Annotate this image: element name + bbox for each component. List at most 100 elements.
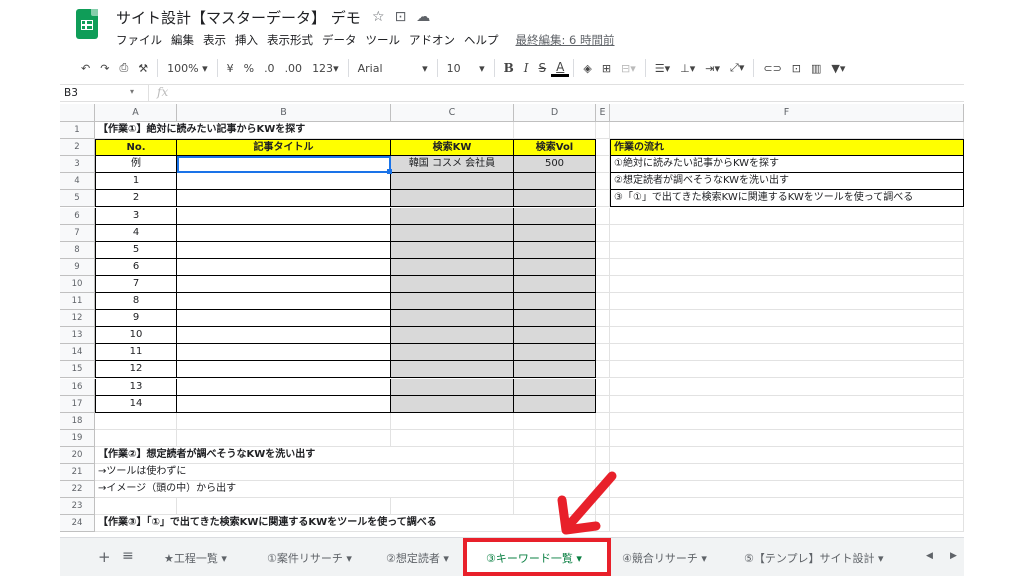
- row-header-24[interactable]: 24: [60, 515, 95, 533]
- cell-e18[interactable]: [596, 412, 610, 430]
- menu-data[interactable]: データ: [322, 32, 357, 48]
- cell-f2[interactable]: 作業の流れ: [610, 139, 964, 157]
- sheets-logo[interactable]: [76, 9, 98, 39]
- italic-button[interactable]: I: [519, 61, 534, 75]
- cell-c10[interactable]: [391, 275, 514, 293]
- row-header-6[interactable]: 6: [60, 207, 95, 225]
- link-icon[interactable]: ⊂⊃: [758, 62, 786, 75]
- cell-e17[interactable]: [596, 395, 610, 413]
- align-horizontal-icon[interactable]: ☰▾: [650, 62, 675, 75]
- cell-c5[interactable]: [391, 190, 514, 208]
- bold-button[interactable]: B: [499, 61, 519, 75]
- cell-d3[interactable]: 500: [514, 156, 596, 174]
- merge-cells-icon[interactable]: ⊟▾: [616, 62, 641, 75]
- cell-b14[interactable]: [177, 344, 391, 362]
- cell-d20[interactable]: [514, 446, 596, 464]
- cell-f15[interactable]: [610, 361, 964, 379]
- cell-b2[interactable]: 記事タイトル: [177, 139, 391, 157]
- currency-button[interactable]: ¥: [222, 62, 239, 75]
- cell-b8[interactable]: [177, 241, 391, 259]
- increase-decimal-button[interactable]: .00: [280, 62, 308, 75]
- align-vertical-icon[interactable]: ⊥▾: [675, 62, 700, 75]
- cell-b18[interactable]: [177, 412, 391, 430]
- cell-d18[interactable]: [514, 412, 596, 430]
- paint-format-icon[interactable]: ⚒: [133, 62, 153, 75]
- cell-a13[interactable]: 10: [95, 327, 177, 345]
- row-header-17[interactable]: 17: [60, 395, 95, 413]
- cell-c18[interactable]: [391, 412, 514, 430]
- cell-a10[interactable]: 7: [95, 275, 177, 293]
- cell-d15[interactable]: [514, 361, 596, 379]
- row-header-18[interactable]: 18: [60, 412, 95, 430]
- scroll-left-icon[interactable]: ◀: [926, 551, 933, 561]
- cell-a9[interactable]: 6: [95, 258, 177, 276]
- cell-e11[interactable]: [596, 293, 610, 311]
- cell-a16[interactable]: 13: [95, 378, 177, 396]
- cell-d13[interactable]: [514, 327, 596, 345]
- text-color-button[interactable]: A: [551, 60, 570, 77]
- cell-a12[interactable]: 9: [95, 310, 177, 328]
- menu-insert[interactable]: 挿入: [235, 32, 258, 48]
- cell-f17[interactable]: [610, 395, 964, 413]
- cell-c7[interactable]: [391, 224, 514, 242]
- row-header-10[interactable]: 10: [60, 275, 95, 293]
- row-header-4[interactable]: 4: [60, 173, 95, 191]
- cell-e16[interactable]: [596, 378, 610, 396]
- cell-b15[interactable]: [177, 361, 391, 379]
- tab-project-research[interactable]: ①案件リサーチ ▾: [267, 550, 352, 566]
- cell-a5[interactable]: 2: [95, 190, 177, 208]
- cell-d17[interactable]: [514, 395, 596, 413]
- cell-a17[interactable]: 14: [95, 395, 177, 413]
- cell-b4[interactable]: [177, 173, 391, 191]
- select-all-corner[interactable]: [60, 104, 95, 122]
- menu-tools[interactable]: ツール: [366, 32, 401, 48]
- menu-file[interactable]: ファイル: [116, 32, 162, 48]
- cell-f5[interactable]: ③「①」で出てきた検索KWに関連するKWをツールを使って調べる: [610, 190, 964, 208]
- cell-a3[interactable]: 例: [95, 156, 177, 174]
- row-header-2[interactable]: 2: [60, 139, 95, 157]
- cell-f24[interactable]: [610, 515, 964, 533]
- cell-e10[interactable]: [596, 275, 610, 293]
- cell-c2[interactable]: 検索KW: [391, 139, 514, 157]
- cell-e6[interactable]: [596, 207, 610, 225]
- cell-a14[interactable]: 11: [95, 344, 177, 362]
- cell-b13[interactable]: [177, 327, 391, 345]
- cell-e13[interactable]: [596, 327, 610, 345]
- cell-e4[interactable]: [596, 173, 610, 191]
- cell-c16[interactable]: [391, 378, 514, 396]
- column-header-d[interactable]: D: [514, 104, 596, 122]
- cell-f12[interactable]: [610, 310, 964, 328]
- cell-a20[interactable]: 【作業②】想定読者が調べそうなKWを洗い出す: [95, 446, 495, 464]
- cell-f7[interactable]: [610, 224, 964, 242]
- row-header-22[interactable]: 22: [60, 481, 95, 499]
- chart-icon[interactable]: ▥: [806, 62, 826, 75]
- redo-icon[interactable]: ↷: [95, 62, 114, 75]
- cell-c9[interactable]: [391, 258, 514, 276]
- cell-f16[interactable]: [610, 378, 964, 396]
- last-edit-link[interactable]: 最終編集: 6 時間前: [516, 32, 615, 48]
- tab-site-design-template[interactable]: ⑤【テンプレ】サイト設計 ▾: [744, 550, 884, 566]
- row-header-8[interactable]: 8: [60, 241, 95, 259]
- row-header-21[interactable]: 21: [60, 464, 95, 482]
- text-wrap-icon[interactable]: ⇥▾: [700, 62, 725, 75]
- cell-d16[interactable]: [514, 378, 596, 396]
- menu-edit[interactable]: 編集: [171, 32, 194, 48]
- cell-d8[interactable]: [514, 241, 596, 259]
- cell-d4[interactable]: [514, 173, 596, 191]
- cell-f3[interactable]: ①絶対に読みたい記事からKWを探す: [610, 156, 964, 174]
- cell-a7[interactable]: 4: [95, 224, 177, 242]
- cell-e9[interactable]: [596, 258, 610, 276]
- cell-e8[interactable]: [596, 241, 610, 259]
- row-header-3[interactable]: 3: [60, 156, 95, 174]
- spreadsheet-grid[interactable]: A B C D E F 1 【作業①】絶対に読みたい記事からKWを探す 2 No. 記事…: [60, 104, 964, 534]
- cell-b12[interactable]: [177, 310, 391, 328]
- cell-e2[interactable]: [596, 139, 610, 157]
- scroll-right-icon[interactable]: ▶: [950, 551, 957, 561]
- cell-b23[interactable]: [177, 498, 391, 516]
- cell-f19[interactable]: [610, 429, 964, 447]
- selection-fill-handle[interactable]: [387, 169, 392, 175]
- cell-f23[interactable]: [610, 498, 964, 516]
- cell-f9[interactable]: [610, 258, 964, 276]
- cell-d7[interactable]: [514, 224, 596, 242]
- cell-c6[interactable]: [391, 207, 514, 225]
